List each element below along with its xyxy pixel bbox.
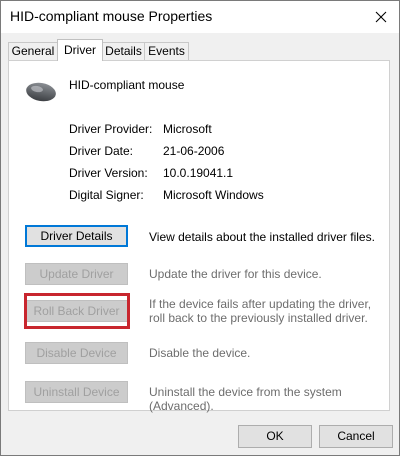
driver-date-value: 21-06-2006 [163,144,225,158]
digital-signer-label: Digital Signer: [69,188,144,202]
driver-details-description: View details about the installed driver … [149,230,375,244]
tab-driver[interactable]: Driver [57,39,103,61]
ok-button[interactable]: OK [238,425,312,448]
title-bar[interactable]: HID-compliant mouse Properties [1,1,399,33]
driver-details-button[interactable]: Driver Details [25,225,128,247]
window-title: HID-compliant mouse Properties [10,8,213,24]
driver-tab-panel: HID-compliant mouse Driver Provider: Mic… [8,60,390,413]
close-button[interactable] [367,3,395,31]
digital-signer-value: Microsoft Windows [163,188,264,202]
update-driver-description: Update the driver for this device. [149,267,322,281]
device-name: HID-compliant mouse [69,78,185,92]
roll-back-driver-description: If the device fails after updating the d… [149,297,372,325]
uninstall-device-button[interactable]: Uninstall Device [25,381,128,403]
tab-strip: General Driver Details Events [1,39,399,61]
close-icon [375,11,387,23]
cancel-button[interactable]: Cancel [319,425,393,448]
update-driver-button[interactable]: Update Driver [25,263,128,285]
driver-date-label: Driver Date: [69,144,134,158]
disable-device-description: Disable the device. [149,346,251,360]
tab-events[interactable]: Events [144,42,189,60]
roll-back-driver-button[interactable]: Roll Back Driver [25,300,128,322]
uninstall-device-description: Uninstall the device from the system (Ad… [149,385,342,413]
properties-dialog: HID-compliant mouse Properties General D… [0,0,400,456]
mouse-icon [26,82,56,102]
tab-general[interactable]: General [8,42,58,60]
tab-details[interactable]: Details [102,42,145,60]
driver-version-value: 10.0.19041.1 [163,166,234,180]
driver-version-label: Driver Version: [69,166,148,180]
driver-provider-label: Driver Provider: [69,122,153,136]
driver-provider-value: Microsoft [163,122,212,136]
disable-device-button[interactable]: Disable Device [25,342,128,364]
